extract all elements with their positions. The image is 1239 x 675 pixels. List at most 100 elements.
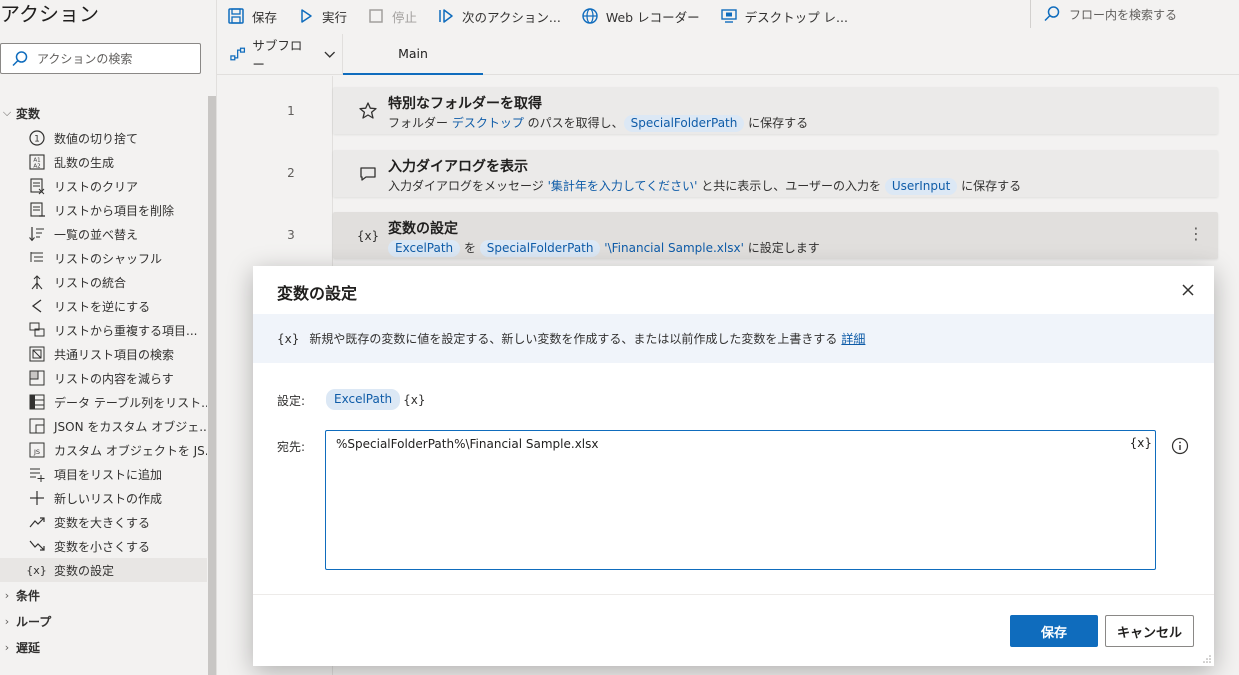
action-item[interactable]: リストを逆にする	[0, 294, 207, 318]
shuffle-icon	[27, 249, 46, 268]
action-item-label: 一覧の並べ替え	[54, 227, 139, 242]
stop-label: 停止	[392, 9, 418, 25]
tab-main[interactable]: Main	[343, 34, 483, 75]
flow-step-input-dialog[interactable]: 入力ダイアログを表示 入力ダイアログをメッセージ '集計年を入力してください' …	[333, 150, 1218, 197]
variable-picker-icon[interactable]: {x}	[403, 393, 425, 407]
group-wait[interactable]: › 遅延	[0, 634, 207, 660]
flow-step-get-folder[interactable]: 特別なフォルダーを取得 フォルダー デスクトップ のパスを取得し、 Special…	[333, 87, 1218, 134]
to-label: 宛先:	[277, 440, 306, 454]
action-item-label: 共通リスト項目の検索	[54, 347, 175, 362]
chevron-right-icon: ›	[4, 588, 10, 602]
common-items-icon	[27, 345, 46, 364]
web-recorder-button[interactable]: Web レコーダー	[571, 2, 710, 30]
group-loops[interactable]: › ループ	[0, 608, 207, 634]
trend-up-icon	[27, 513, 46, 532]
variable-token: UserInput	[884, 178, 958, 195]
stop-icon	[369, 9, 383, 23]
action-item-label: リストのクリア	[54, 179, 139, 194]
action-item[interactable]: データ テーブル列をリスト...	[0, 390, 207, 414]
to-value-text: %SpecialFolderPath%\Financial Sample.xls…	[336, 437, 599, 451]
action-item[interactable]: リストから項目を削除	[0, 198, 207, 222]
desktop-recorder-button[interactable]: デスクトップ レ...	[710, 2, 858, 30]
variable-icon: {x}	[26, 563, 47, 577]
subtract-list-icon	[27, 369, 46, 388]
action-item[interactable]: リストの統合	[0, 270, 207, 294]
action-item[interactable]: 変数を小さくする	[0, 534, 207, 558]
action-item-label: 変数の設定	[54, 563, 115, 578]
variable-picker-icon[interactable]: {x}	[1130, 436, 1152, 450]
actions-search-input[interactable]: アクションの検索	[0, 43, 201, 74]
variable-token: ExcelPath	[388, 240, 461, 257]
action-item[interactable]: 1 数値の切り捨て	[0, 126, 207, 150]
svg-text:A2: A2	[33, 164, 40, 170]
action-item-label: データ テーブル列をリスト...	[54, 395, 207, 410]
action-item[interactable]: A1 A2 乱数の生成	[0, 150, 207, 174]
action-item[interactable]: リストから重複する項目...	[0, 318, 207, 342]
set-variable-field[interactable]: ExcelPath {x}	[326, 389, 426, 410]
dialog-footer-divider	[253, 594, 1214, 595]
web-recorder-label: Web レコーダー	[605, 9, 700, 25]
add-item-icon	[27, 465, 46, 484]
action-item-label: リストの内容を減らす	[54, 371, 174, 386]
action-item[interactable]: 項目をリストに追加	[0, 462, 207, 486]
action-item[interactable]: 変数を大きくする	[0, 510, 207, 534]
save-button[interactable]: 保存	[217, 2, 287, 30]
actions-pane-title: アクション	[0, 2, 99, 26]
save-icon	[228, 8, 244, 24]
group-conditions[interactable]: › 条件	[0, 582, 207, 608]
info-icon[interactable]	[1171, 437, 1189, 455]
actions-scrollbar[interactable]	[208, 96, 216, 675]
dialog-title: 変数の設定	[277, 284, 358, 303]
dialog-save-button[interactable]: 保存	[1010, 615, 1098, 647]
details-link[interactable]: 詳細	[841, 330, 865, 347]
flow-step-set-variable[interactable]: {x} 変数の設定 ExcelPath を SpecialFolderPath …	[333, 212, 1218, 259]
next-action-label: 次のアクション...	[462, 9, 561, 25]
action-item-label: 変数を大きくする	[54, 515, 151, 530]
run-button[interactable]: 実行	[287, 2, 357, 30]
list-clear-icon	[27, 177, 46, 196]
json-icon	[27, 417, 46, 436]
toolbar: 保存 実行 停止 次のアクション... Web レコーダー デスクトップ レ..…	[217, 0, 1239, 32]
close-icon[interactable]	[1178, 280, 1198, 300]
search-icon	[12, 50, 28, 66]
group-variables[interactable]: ⌵ 変数	[0, 100, 207, 126]
step-description: ExcelPath を SpecialFolderPath '\Financia…	[388, 239, 820, 257]
save-label: 保存	[252, 9, 278, 25]
action-item[interactable]: リストのシャッフル	[0, 246, 207, 270]
reverse-icon	[27, 297, 46, 316]
resize-grip-icon[interactable]	[1202, 654, 1212, 664]
monitor-icon	[720, 9, 737, 23]
action-item[interactable]: {x} 変数の設定	[0, 558, 207, 582]
action-item-label: 変数を小さくする	[54, 539, 151, 554]
variable-token: SpecialFolderPath	[623, 115, 745, 132]
to-value-input[interactable]: %SpecialFolderPath%\Financial Sample.xls…	[325, 430, 1156, 570]
action-item-label: リストを逆にする	[54, 299, 151, 314]
plus-icon	[27, 489, 46, 508]
actions-search-placeholder: アクションの検索	[37, 52, 133, 66]
action-item-label: 数値の切り捨て	[54, 131, 139, 146]
search-icon	[1044, 6, 1060, 22]
flow-search-input[interactable]: フロー内を検索する	[1030, 0, 1239, 28]
subflow-label: サブフロー	[252, 38, 303, 72]
action-item-label: 新しいリストの作成	[54, 491, 163, 506]
action-item[interactable]: リストの内容を減らす	[0, 366, 207, 390]
desktop-recorder-label: デスクトップ レ...	[744, 9, 848, 25]
flow-search-placeholder: フロー内を検索する	[1069, 7, 1178, 22]
action-item-label: リストのシャッフル	[54, 251, 163, 266]
random-icon: A1 A2	[27, 153, 46, 172]
action-item[interactable]: JS カスタム オブジェクトを JS...	[0, 438, 207, 462]
dialog-cancel-button[interactable]: キャンセル	[1105, 615, 1194, 647]
more-options-icon[interactable]: ⋮	[1188, 224, 1204, 243]
next-action-button[interactable]: 次のアクション...	[427, 2, 571, 30]
group-label: 変数	[16, 106, 41, 121]
step-description: 入力ダイアログをメッセージ '集計年を入力してください' と共に表示し、ユーザー…	[388, 178, 1022, 195]
action-item[interactable]: リストのクリア	[0, 174, 207, 198]
action-item[interactable]: JSON をカスタム オブジェ...	[0, 414, 207, 438]
action-item[interactable]: 新しいリストの作成	[0, 486, 207, 510]
subflow-dropdown[interactable]: サブフロー	[217, 34, 343, 74]
stop-button[interactable]: 停止	[357, 2, 427, 30]
set-variable-dialog: 変数の設定 {x} 新規や既存の変数に値を設定する、新しい変数を作成する、または…	[253, 266, 1214, 666]
action-item[interactable]: 一覧の並べ替え	[0, 222, 207, 246]
action-item[interactable]: 共通リスト項目の検索	[0, 342, 207, 366]
actions-tree: ⌵ 変数 1 数値の切り捨て A1 A2 乱数の生成リストのクリアリストから項目を削除一…	[0, 100, 207, 660]
